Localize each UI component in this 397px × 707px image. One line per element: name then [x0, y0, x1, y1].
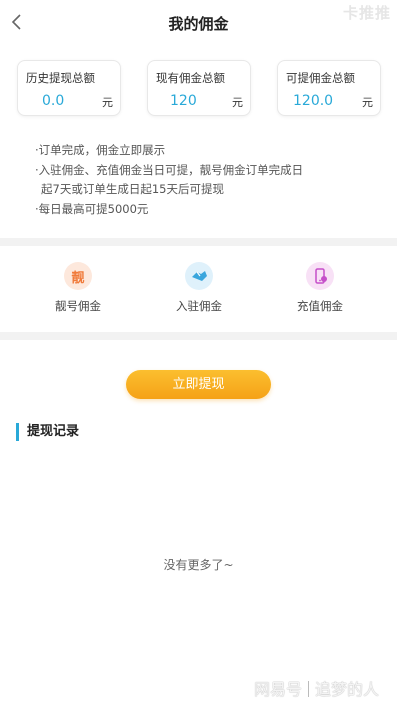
category-pretty-number[interactable]: 靓 靓号佣金 — [38, 262, 118, 314]
note-line: 起7天或订单生成日起15天后可提现 — [41, 182, 224, 196]
empty-records-text: 没有更多了~ — [163, 558, 234, 572]
stat-value: 120.0 — [293, 93, 334, 109]
commission-categories: 靓 靓号佣金 入驻佣金 充值佣金 — [0, 252, 397, 332]
page-title: 我的佣金 — [168, 15, 229, 33]
stat-card-history-withdrawn: 历史提现总额 0.0 元 — [17, 60, 121, 116]
category-label: 靓号佣金 — [55, 299, 101, 313]
stat-value: 0.0 — [42, 93, 65, 109]
stats-row: 历史提现总额 0.0 元 现有佣金总额 120 元 可提佣金总额 120.0 元 — [0, 60, 397, 118]
stat-label: 历史提现总额 — [26, 71, 95, 85]
rules-notes: ·订单完成，佣金立即展示 ·入驻佣金、充值佣金当日可提，靓号佣金订单完成日 起7… — [35, 141, 375, 219]
stat-card-current-commission: 现有佣金总额 120 元 — [147, 60, 251, 116]
section-divider — [0, 332, 397, 340]
records-section-title: 提现记录 — [16, 423, 79, 441]
category-recharge[interactable]: 充值佣金 — [280, 262, 360, 314]
category-label: 入驻佣金 — [176, 299, 222, 313]
note-line: ·订单完成，佣金立即展示 — [35, 143, 166, 157]
footer-watermark: 网易号 追梦的人 — [254, 676, 379, 700]
category-join[interactable]: 入驻佣金 — [159, 262, 239, 314]
stat-unit: 元 — [102, 96, 113, 109]
stat-unit: 元 — [362, 96, 373, 109]
watermark-author: 追梦的人 — [314, 680, 379, 699]
pretty-number-icon: 靓 — [64, 262, 92, 290]
nav-bar: 我的佣金 卡推推 — [0, 0, 397, 44]
phone-recharge-icon — [306, 262, 334, 290]
stat-value: 120 — [170, 93, 197, 109]
handshake-icon — [185, 262, 213, 290]
stat-label: 可提佣金总额 — [286, 71, 355, 85]
stat-unit: 元 — [232, 96, 243, 109]
watermark-source: 网易号 — [253, 680, 302, 699]
watermark-separator — [307, 681, 309, 697]
note-line: ·每日最高可提5000元 — [35, 201, 149, 216]
withdraw-button[interactable]: 立即提现 — [126, 370, 271, 399]
stat-card-withdrawable-commission: 可提佣金总额 120.0 元 — [277, 60, 381, 116]
category-label: 充值佣金 — [297, 299, 343, 313]
section-divider — [0, 238, 397, 246]
note-line: ·入驻佣金、充值佣金当日可提，靓号佣金订单完成日 — [35, 162, 304, 177]
stat-label: 现有佣金总额 — [156, 71, 225, 85]
watermark-text: 卡推推 — [342, 4, 391, 22]
